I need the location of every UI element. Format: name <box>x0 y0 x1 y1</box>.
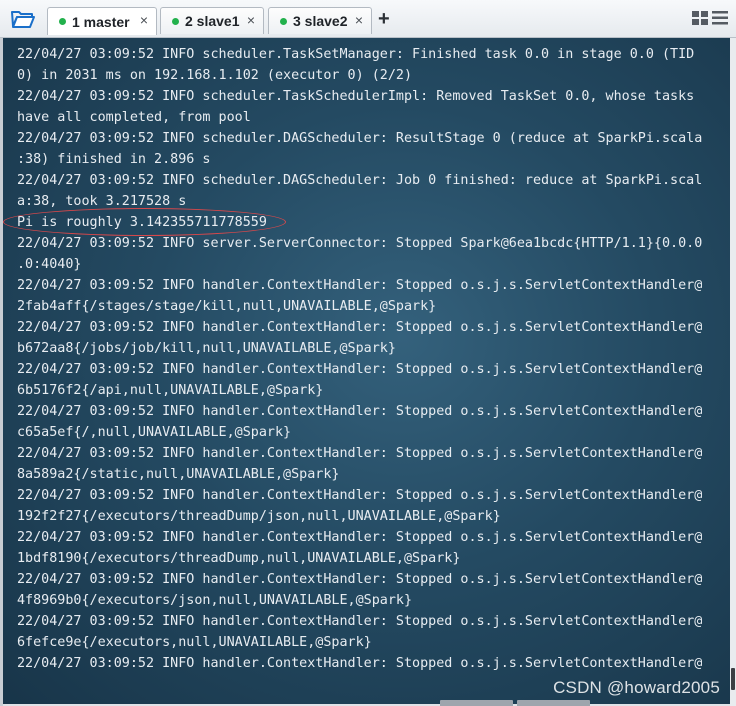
terminal-lines: 22/04/27 03:09:52 INFO scheduler.TaskSet… <box>17 44 707 674</box>
terminal-line: 0) in 2031 ms on 192.168.1.102 (executor… <box>17 68 413 83</box>
terminal-line: 6b5176f2{/api,null,UNAVAILABLE,@Spark} <box>17 383 324 398</box>
terminal-line: b672aa8{/jobs/job/kill,null,UNAVAILABLE,… <box>17 341 396 356</box>
terminal-line: 22/04/27 03:09:52 INFO handler.ContextHa… <box>17 446 703 461</box>
watermark: CSDN @howard2005 <box>553 678 720 697</box>
terminal-line: 4f8969b0{/executors/json,null,UNAVAILABL… <box>17 593 413 608</box>
terminal-line: 22/04/27 03:09:52 INFO handler.ContextHa… <box>17 530 703 545</box>
terminal-line: 22/04/27 03:09:52 INFO handler.ContextHa… <box>17 404 703 419</box>
view-toggle-group <box>692 11 728 25</box>
tab-master[interactable]: 1 master × <box>47 7 157 35</box>
terminal-line: 22/04/27 03:09:52 INFO handler.ContextHa… <box>17 656 703 671</box>
terminal-line: .0:4040} <box>17 257 82 272</box>
terminal-line: c65a5ef{/,null,UNAVAILABLE,@Spark} <box>17 425 292 440</box>
terminal-line: 22/04/27 03:09:52 INFO scheduler.DAGSche… <box>17 131 703 146</box>
terminal-line: a:38, took 3.217528 s <box>17 194 187 209</box>
close-icon[interactable]: × <box>140 12 148 28</box>
terminal-output[interactable]: 22/04/27 03:09:52 INFO scheduler.TaskSet… <box>3 38 730 704</box>
terminal-line: 8a589a2{/static,null,UNAVAILABLE,@Spark} <box>17 467 340 482</box>
tab-label: 2 slave1 <box>185 13 240 29</box>
tab-label: 1 master <box>72 13 130 30</box>
terminal-line: 22/04/27 03:09:52 INFO handler.ContextHa… <box>17 488 703 503</box>
grid-view-icon[interactable] <box>692 11 708 25</box>
terminal-line: 22/04/27 03:09:52 INFO handler.ContextHa… <box>17 362 703 377</box>
close-icon[interactable]: × <box>247 12 255 28</box>
close-icon[interactable]: × <box>355 12 363 28</box>
terminal-line: 22/04/27 03:09:52 INFO scheduler.DAGSche… <box>17 173 703 188</box>
terminal-line: 22/04/27 03:09:52 INFO handler.ContextHa… <box>17 278 703 293</box>
terminal-line: 2fab4aff{/stages/stage/kill,null,UNAVAIL… <box>17 299 437 314</box>
add-tab-button[interactable]: + <box>378 8 390 30</box>
terminal-line: 192f2f27{/executors/threadDump/json,null… <box>17 509 501 524</box>
terminal-line: 22/04/27 03:09:52 INFO handler.ContextHa… <box>17 572 703 587</box>
folder-open-icon <box>11 11 35 28</box>
terminal-line: 22/04/27 03:09:52 INFO server.ServerConn… <box>17 236 703 251</box>
bottom-status-strip <box>440 700 590 706</box>
terminal-line: 22/04/27 03:09:52 INFO scheduler.TaskSch… <box>17 89 695 104</box>
connected-status-icon <box>280 17 287 25</box>
tab-slave1[interactable]: 2 slave1 × <box>160 7 264 34</box>
terminal-line: Pi is roughly 3.142355711778559 <box>17 215 267 230</box>
open-folder-button[interactable] <box>6 6 40 32</box>
terminal-line: 22/04/27 03:09:52 INFO handler.ContextHa… <box>17 320 703 335</box>
terminal-line: 6fefce9e{/executors,null,UNAVAILABLE,@Sp… <box>17 635 372 650</box>
connected-status-icon <box>172 17 179 25</box>
terminal-line: :38) finished in 2.896 s <box>17 152 211 167</box>
tab-bar: 1 master × 2 slave1 × 3 slave2 × + <box>0 0 736 38</box>
terminal-line: 22/04/27 03:09:52 INFO scheduler.TaskSet… <box>17 47 695 62</box>
vertical-scrollbar[interactable] <box>730 38 736 706</box>
terminal-line: have all completed, from pool <box>17 110 251 125</box>
scrollbar-thumb[interactable] <box>731 668 735 690</box>
terminal-line: 22/04/27 03:09:52 INFO handler.ContextHa… <box>17 614 703 629</box>
connected-status-icon <box>59 18 66 25</box>
tab-label: 3 slave2 <box>293 13 348 29</box>
list-menu-icon[interactable] <box>712 11 728 25</box>
status-segment <box>517 700 590 706</box>
status-segment <box>440 700 513 706</box>
tab-slave2[interactable]: 3 slave2 × <box>268 7 372 34</box>
terminal-line: 1bdf8190{/executors/threadDump,null,UNAV… <box>17 551 461 566</box>
